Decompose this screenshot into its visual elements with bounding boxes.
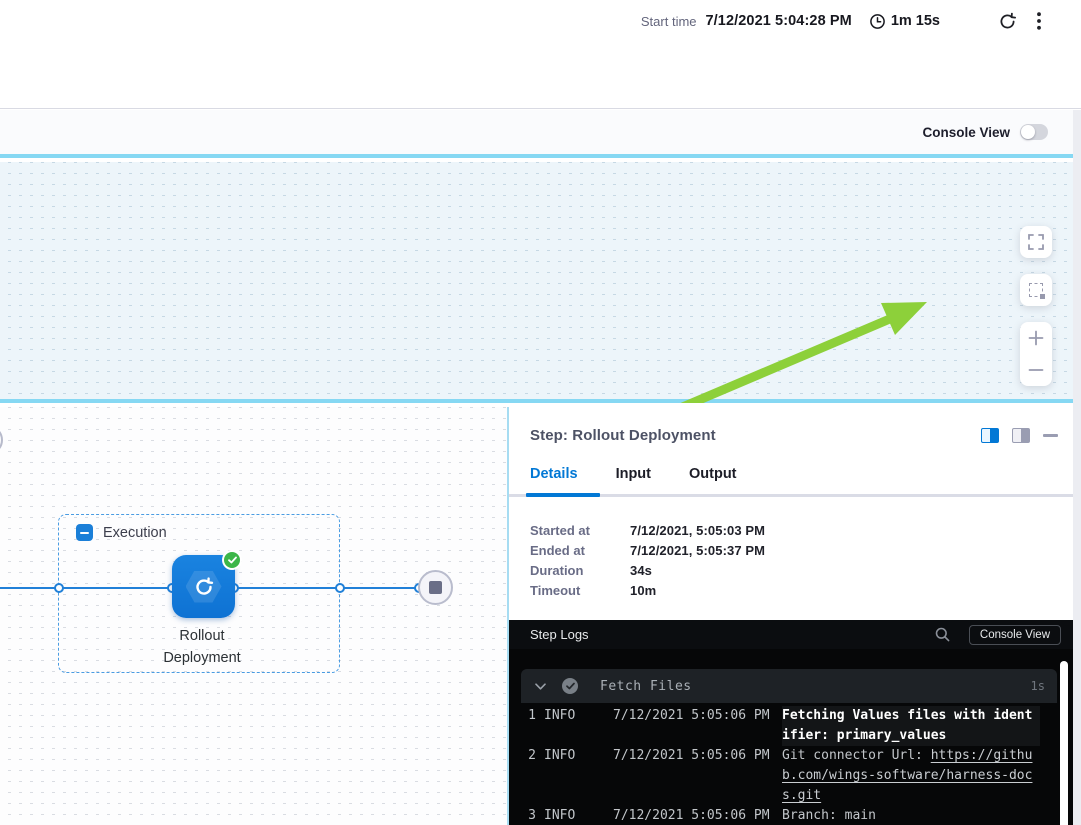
search-icon — [935, 627, 950, 642]
log-row[interactable]: 1 INFO 7/12/2021 5:05:06 PM Fetching Val… — [509, 706, 1073, 746]
fullscreen-icon — [1028, 234, 1044, 250]
elapsed-group: 1m 15s — [869, 13, 940, 30]
refresh-button[interactable] — [996, 10, 1019, 33]
group-success-icon — [562, 678, 578, 694]
panel-header: Step: Rollout Deployment — [509, 407, 1081, 444]
log-viewer: Fetch Files 1s 1 INFO 7/12/2021 5:05:06 … — [509, 649, 1073, 825]
execution-meta: Start time 7/12/2021 5:04:28 PM 1m 15s — [641, 8, 1043, 34]
detail-row: Started at 7/12/2021, 5:05:03 PM — [530, 521, 1081, 541]
console-view-label: Console View — [922, 125, 1010, 140]
console-view-group: Console View — [922, 124, 1048, 140]
step-logs-section: Step Logs Console View — [509, 620, 1073, 825]
log-console-view-button[interactable]: Console View — [969, 625, 1061, 645]
toggle-knob — [1021, 125, 1035, 139]
execution-group-header: Execution — [76, 524, 167, 541]
zoom-controls — [1020, 322, 1052, 386]
log-group-duration: 1s — [1031, 679, 1045, 693]
log-message: Branch: main — [782, 806, 1040, 825]
minimize-icon — [1043, 434, 1058, 437]
details-table: Started at 7/12/2021, 5:05:03 PM Ended a… — [509, 497, 1081, 601]
execution-header: Start time 7/12/2021 5:04:28 PM 1m 15s — [0, 0, 1081, 109]
stop-node[interactable] — [418, 570, 453, 605]
stage-graph-canvas[interactable] — [0, 162, 1081, 403]
plus-icon — [1028, 330, 1044, 346]
zoom-in-button[interactable] — [1020, 322, 1052, 354]
split-view-button[interactable] — [1012, 428, 1030, 443]
selection-mode-button[interactable] — [1020, 274, 1052, 306]
tab-underline — [509, 494, 1081, 497]
detail-row: Ended at 7/12/2021, 5:05:37 PM — [530, 541, 1081, 561]
more-options-button[interactable] — [1035, 10, 1043, 32]
console-view-toggle[interactable] — [1020, 124, 1048, 140]
start-time-label: Start time — [641, 14, 697, 29]
console-view-bar: Console View — [0, 110, 1081, 158]
rollout-refresh-icon — [192, 575, 216, 599]
split-right-blue-icon — [981, 428, 999, 443]
fullscreen-button[interactable] — [1020, 226, 1052, 258]
node-label: Rollout Deployment — [122, 625, 282, 669]
log-message: Fetching Values files with identifier: p… — [782, 706, 1040, 746]
panel-tabs: Details Input Output — [509, 444, 1081, 482]
log-lines: 1 INFO 7/12/2021 5:05:06 PM Fetching Val… — [509, 703, 1073, 825]
clock-icon — [869, 13, 886, 30]
minus-icon — [1028, 368, 1044, 372]
tab-input[interactable]: Input — [616, 466, 651, 482]
tab-details[interactable]: Details — [530, 466, 578, 482]
tab-output[interactable]: Output — [689, 466, 737, 482]
refresh-icon — [998, 12, 1017, 31]
step-logs-title: Step Logs — [530, 627, 589, 642]
log-scrollbar-thumb[interactable] — [1060, 661, 1068, 825]
elapsed-value: 1m 15s — [891, 13, 940, 29]
canvas-controls — [1020, 226, 1052, 386]
execution-detail-split: Execution Rollout Deployment — [0, 407, 1081, 825]
offscreen-node — [0, 425, 3, 455]
log-row[interactable]: 2 INFO 7/12/2021 5:05:06 PM Git connecto… — [509, 746, 1073, 806]
detail-row: Duration 34s — [530, 561, 1081, 581]
chevron-down-icon — [535, 683, 546, 690]
log-row[interactable]: 3 INFO 7/12/2021 5:05:06 PM Branch: main — [509, 806, 1073, 825]
marquee-select-icon — [1029, 283, 1043, 297]
split-right-gray-icon — [1012, 428, 1030, 443]
pipeline-execution-screen: Start time 7/12/2021 5:04:28 PM 1m 15s — [0, 0, 1081, 825]
execution-graph-canvas[interactable]: Execution Rollout Deployment — [0, 407, 507, 825]
step-logs-header: Step Logs Console View — [509, 620, 1073, 649]
connector-dot — [54, 583, 64, 593]
split-view-button-active[interactable] — [981, 428, 999, 443]
step-detail-panel: Step: Rollout Deployment Details Input O… — [507, 407, 1081, 825]
success-check-badge — [224, 552, 240, 568]
log-group-header[interactable]: Fetch Files 1s — [521, 669, 1057, 703]
log-search-button[interactable] — [933, 625, 952, 644]
page-scrollbar-track[interactable] — [1073, 110, 1081, 825]
stop-square-icon — [429, 581, 442, 594]
zoom-out-button[interactable] — [1020, 354, 1052, 386]
collapse-group-button[interactable] — [76, 524, 93, 541]
minimize-panel-button[interactable] — [1043, 434, 1058, 437]
detail-row: Timeout 10m — [530, 581, 1081, 601]
log-message: Git connector Url: https://github.com/wi… — [782, 746, 1040, 806]
kebab-menu-icon — [1037, 12, 1041, 30]
connector-dot — [335, 583, 345, 593]
execution-group-label: Execution — [103, 525, 167, 541]
start-time-value: 7/12/2021 5:04:28 PM — [706, 13, 852, 29]
log-group-name: Fetch Files — [600, 679, 692, 694]
minus-icon — [80, 532, 89, 534]
panel-title: Step: Rollout Deployment — [530, 427, 716, 444]
